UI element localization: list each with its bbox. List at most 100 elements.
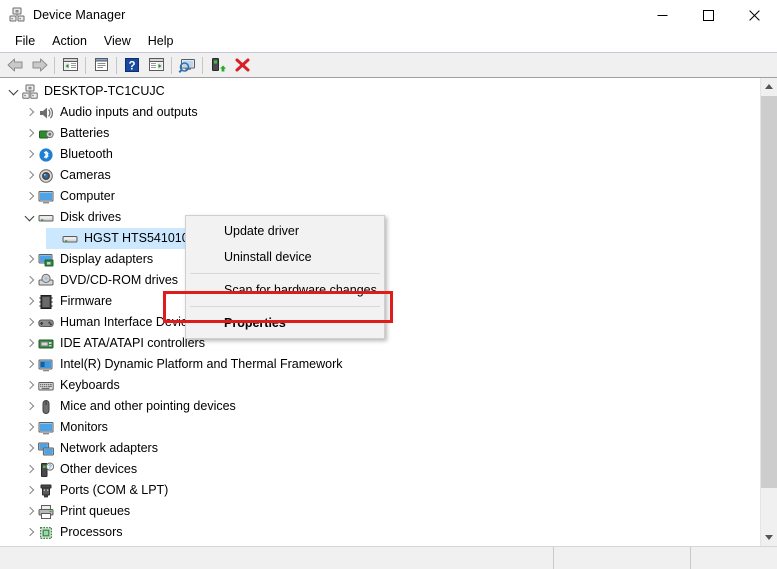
chevron-right-icon[interactable] xyxy=(22,417,38,438)
chevron-right-icon[interactable] xyxy=(22,480,38,501)
device-manager-window: Device Manager File Action V xyxy=(0,0,777,569)
tree-item-content: Computer xyxy=(0,186,115,207)
chevron-right-icon[interactable] xyxy=(22,102,38,123)
tree-item-content: DVD/CD-ROM drives xyxy=(0,270,178,291)
menu-bar: File Action View Help xyxy=(0,30,777,53)
status-bar xyxy=(0,546,777,569)
chevron-right-icon[interactable] xyxy=(22,501,38,522)
menu-action[interactable]: Action xyxy=(44,32,95,51)
svg-text:?: ? xyxy=(128,60,135,72)
context-menu[interactable]: Update driverUninstall device Scan for ha… xyxy=(185,215,385,339)
chevron-right-icon[interactable] xyxy=(22,333,38,354)
tree-item[interactable]: Bluetooth xyxy=(0,144,760,165)
title-bar: Device Manager xyxy=(0,0,777,30)
chevron-right-icon[interactable] xyxy=(22,186,38,207)
tree-item[interactable]: Batteries xyxy=(0,123,760,144)
ide-controller-icon xyxy=(38,336,54,352)
chevron-right-icon[interactable] xyxy=(22,543,38,546)
tree-item[interactable]: Audio inputs and outputs xyxy=(0,102,760,123)
chevron-right-icon[interactable] xyxy=(22,249,38,270)
context-menu-item[interactable]: Update driver xyxy=(186,218,384,244)
tree-item-content: DESKTOP-TC1CUJC xyxy=(0,81,165,102)
tree-item-label: Software devices xyxy=(60,543,155,546)
toolbar-action-pane-button[interactable] xyxy=(144,54,168,76)
toolbar-properties-button[interactable] xyxy=(89,54,113,76)
minimize-button[interactable] xyxy=(639,0,685,30)
tree-item[interactable]: Keyboards xyxy=(0,375,760,396)
tree-item[interactable]: Monitors xyxy=(0,417,760,438)
toolbar-separator xyxy=(171,57,172,74)
chevron-right-icon[interactable] xyxy=(22,165,38,186)
mouse-icon xyxy=(38,399,54,415)
toolbar-update-driver-button[interactable] xyxy=(206,54,230,76)
tree-item-label: Print queues xyxy=(60,501,130,522)
chevron-right-icon[interactable] xyxy=(22,438,38,459)
tree-item[interactable]: Cameras xyxy=(0,165,760,186)
chevron-right-icon[interactable] xyxy=(22,144,38,165)
toolbar-help-button[interactable]: ? xyxy=(120,54,144,76)
tree-item[interactable]: Ports (COM & LPT) xyxy=(0,480,760,501)
tree-item[interactable]: Software devices xyxy=(0,543,760,546)
toolbar-forward-button[interactable] xyxy=(27,54,51,76)
tree-item-content: Monitors xyxy=(0,417,108,438)
tree-item-label: DVD/CD-ROM drives xyxy=(60,270,178,291)
chevron-down-icon[interactable] xyxy=(6,81,22,102)
toolbar-scan-hardware-button[interactable] xyxy=(175,54,199,76)
context-menu-separator xyxy=(190,273,380,274)
tree-item[interactable]: Computer xyxy=(0,186,760,207)
tree-item-content: Software devices xyxy=(0,543,155,546)
tree-item-label: Firmware xyxy=(60,291,112,312)
svg-text:?: ? xyxy=(48,464,52,471)
menu-file[interactable]: File xyxy=(7,32,43,51)
menu-view[interactable]: View xyxy=(96,32,139,51)
toolbar-back-button[interactable] xyxy=(3,54,27,76)
show-hide-console-tree-icon xyxy=(62,57,79,73)
chevron-right-icon[interactable] xyxy=(22,123,38,144)
context-menu-item[interactable]: Scan for hardware changes xyxy=(186,277,384,303)
tree-item[interactable]: Print queues xyxy=(0,501,760,522)
chevron-down-icon[interactable] xyxy=(22,207,38,228)
scroll-up-button[interactable] xyxy=(761,78,777,95)
chevron-right-icon[interactable] xyxy=(22,270,38,291)
scan-for-hardware-changes-icon xyxy=(178,57,197,73)
tree-item-label: DESKTOP-TC1CUJC xyxy=(44,81,165,102)
tree-item-label: Monitors xyxy=(60,417,108,438)
uninstall-device-icon xyxy=(234,57,251,73)
context-menu-item[interactable]: Properties xyxy=(186,310,384,336)
tree-item[interactable]: Intel(R) Dynamic Platform and Thermal Fr… xyxy=(0,354,760,375)
tree-item[interactable]: Processors xyxy=(0,522,760,543)
tree-item[interactable]: Mice and other pointing devices xyxy=(0,396,760,417)
tree-item[interactable]: Network adapters xyxy=(0,438,760,459)
scrollbar-thumb[interactable] xyxy=(761,96,777,488)
toolbar-separator xyxy=(85,57,86,74)
tree-item-label: Ports (COM & LPT) xyxy=(60,480,168,501)
chevron-right-icon[interactable] xyxy=(22,291,38,312)
menu-help[interactable]: Help xyxy=(140,32,182,51)
tree-item-content: Processors xyxy=(0,522,123,543)
tree-item-label: Other devices xyxy=(60,459,137,480)
tree-item-label: Disk drives xyxy=(60,207,121,228)
tree-item-label: Audio inputs and outputs xyxy=(60,102,198,123)
chevron-right-icon[interactable] xyxy=(22,375,38,396)
toolbar-uninstall-device-button[interactable] xyxy=(230,54,254,76)
help-icon: ? xyxy=(124,57,140,73)
tree-item[interactable]: ? Other devices xyxy=(0,459,760,480)
human-interface-icon xyxy=(38,315,54,331)
chevron-right-icon[interactable] xyxy=(22,396,38,417)
close-button[interactable] xyxy=(731,0,777,30)
tree-item[interactable]: DESKTOP-TC1CUJC xyxy=(0,81,760,102)
tree-item-content: Audio inputs and outputs xyxy=(0,102,198,123)
toolbar-console-tree-button[interactable] xyxy=(58,54,82,76)
chevron-right-icon[interactable] xyxy=(22,354,38,375)
tree-item-content: Human Interface Devices xyxy=(0,312,200,333)
tree-item-label: Computer xyxy=(60,186,115,207)
scroll-down-button[interactable] xyxy=(761,529,777,546)
maximize-button[interactable] xyxy=(685,0,731,30)
chevron-right-icon[interactable] xyxy=(22,459,38,480)
chevron-right-icon[interactable] xyxy=(22,522,38,543)
vertical-scrollbar[interactable] xyxy=(760,78,777,546)
context-menu-item[interactable]: Uninstall device xyxy=(186,244,384,270)
disk-drive-icon xyxy=(62,231,78,247)
back-arrow-icon xyxy=(6,57,25,73)
chevron-right-icon[interactable] xyxy=(22,312,38,333)
